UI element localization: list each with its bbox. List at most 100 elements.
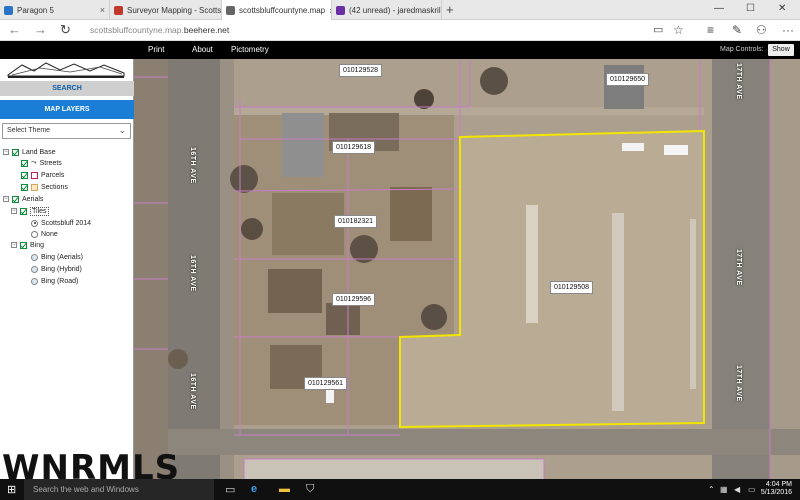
- close-window-icon[interactable]: ✕: [778, 3, 786, 14]
- layer-label: Aerials: [22, 195, 44, 203]
- map-canvas[interactable]: 010129528 010129650 010129618 010182321 …: [134, 59, 800, 479]
- street-label: 17TH AVE: [735, 63, 742, 100]
- street-label: 16TH AVE: [189, 255, 196, 292]
- menu-pictometry[interactable]: Pictometry: [231, 45, 269, 54]
- taskbar-search-input[interactable]: Search the web and Windows: [24, 479, 214, 500]
- share-icon[interactable]: ⚇: [756, 23, 767, 37]
- theme-select[interactable]: Select Theme ⌄: [2, 123, 131, 139]
- street-label: 16TH AVE: [189, 147, 196, 184]
- tile-none[interactable]: None: [31, 229, 58, 239]
- taskbar: ⊞ Search the web and Windows ▭ e ▬ ⛉ ⌃ ▦…: [0, 479, 800, 500]
- parcel-label[interactable]: 010129561: [304, 377, 348, 390]
- tile-scottsbluff-2014[interactable]: Scottsbluff 2014: [31, 218, 91, 228]
- layer-bing[interactable]: − Bing: [11, 240, 44, 250]
- map-favicon-icon: [226, 6, 235, 15]
- collapse-icon[interactable]: −: [11, 208, 17, 214]
- parcel-label[interactable]: 010182321: [334, 215, 378, 228]
- back-arrow-icon[interactable]: ←: [8, 22, 21, 37]
- checkbox[interactable]: [12, 148, 19, 156]
- menu-about[interactable]: About: [192, 45, 213, 54]
- tab-title: scottsbluffcountyne.map: [239, 6, 326, 15]
- notifications-chevron-icon[interactable]: ⌃: [708, 485, 715, 494]
- tab-paragon[interactable]: Paragon 5 ×: [0, 0, 110, 20]
- menu-print[interactable]: Print: [148, 45, 164, 54]
- tab-mail[interactable]: (42 unread) - jaredmaskrill: [332, 0, 442, 20]
- keyboard-icon[interactable]: ▭: [748, 485, 756, 494]
- url-domain: beehere.net: [183, 25, 230, 35]
- url-field[interactable]: scottsbluffcountyne.map.beehere.net: [90, 25, 229, 35]
- collapse-icon[interactable]: −: [3, 196, 9, 202]
- mail-favicon-icon: [336, 5, 345, 15]
- streets-icon: ⤳: [31, 159, 37, 166]
- address-bar-row: ← → ↻ scottsbluffcountyne.map.beehere.ne…: [0, 20, 800, 41]
- radio[interactable]: [31, 219, 38, 227]
- web-note-icon[interactable]: ✎: [732, 23, 742, 37]
- url-host: scottsbluffcountyne.map.: [90, 25, 184, 35]
- more-icon[interactable]: ···: [782, 23, 794, 37]
- parcel-label[interactable]: 010129650: [606, 73, 650, 86]
- street-label: 17TH AVE: [735, 365, 742, 402]
- layer-sections[interactable]: Sections: [21, 182, 68, 192]
- maximize-icon[interactable]: ☐: [746, 3, 755, 14]
- hub-icon[interactable]: ≡: [707, 23, 714, 37]
- bing-aerials[interactable]: Bing (Aerials): [31, 252, 83, 262]
- favorite-star-icon[interactable]: ☆: [673, 23, 684, 37]
- edge-browser-icon[interactable]: e: [251, 483, 257, 495]
- collapse-icon[interactable]: −: [11, 242, 17, 248]
- plus-icon[interactable]: +: [446, 2, 454, 17]
- volume-icon[interactable]: ◀: [734, 485, 740, 494]
- checkbox[interactable]: [21, 159, 28, 167]
- tab-map[interactable]: scottsbluffcountyne.map ×: [222, 0, 332, 21]
- globe-icon: [31, 277, 38, 285]
- parcel-label[interactable]: 010129528: [339, 64, 383, 77]
- bing-hybrid[interactable]: Bing (Hybrid): [31, 264, 82, 274]
- layer-parcels[interactable]: Parcels: [21, 170, 64, 180]
- checkbox[interactable]: [20, 207, 27, 215]
- layer-tiles[interactable]: − Tiles: [11, 206, 49, 216]
- sections-swatch-icon: [31, 183, 38, 191]
- clock-date: 5/13/2016: [760, 489, 792, 496]
- map-layers-header[interactable]: MAP LAYERS: [0, 100, 134, 119]
- parcel-label-selected[interactable]: 010129508: [550, 281, 594, 294]
- layer-label: Bing (Hybrid): [41, 265, 82, 273]
- checkbox[interactable]: [21, 171, 28, 179]
- minimize-icon[interactable]: —: [714, 3, 724, 14]
- surveyor-favicon-icon: [114, 5, 123, 15]
- refresh-icon[interactable]: ↻: [60, 22, 71, 38]
- parcel-label[interactable]: 010129618: [332, 141, 376, 154]
- layer-aerials[interactable]: − Aerials: [3, 194, 43, 204]
- globe-icon: [31, 253, 38, 261]
- radio[interactable]: [31, 230, 38, 238]
- checkbox[interactable]: [12, 195, 19, 203]
- network-icon[interactable]: ▦: [720, 485, 728, 494]
- browser-tab-bar: Paragon 5 × Surveyor Mapping - Scotts sc…: [0, 0, 800, 21]
- parcel-label[interactable]: 010129596: [332, 293, 376, 306]
- layer-streets[interactable]: ⤳ Streets: [21, 158, 62, 168]
- taskbar-clock[interactable]: 4:04 PM 5/13/2016: [761, 481, 792, 497]
- store-icon[interactable]: ⛉: [306, 483, 314, 496]
- checkbox[interactable]: [20, 241, 27, 249]
- layer-land-base[interactable]: − Land Base: [3, 147, 55, 157]
- chevron-down-icon: ⌄: [118, 125, 126, 135]
- collapse-icon[interactable]: −: [3, 149, 9, 155]
- close-icon[interactable]: ×: [100, 5, 105, 15]
- checkbox[interactable]: [21, 183, 28, 191]
- tab-surveyor[interactable]: Surveyor Mapping - Scotts: [110, 0, 222, 20]
- globe-icon: [31, 265, 38, 273]
- layer-label: Bing (Aerials): [41, 253, 84, 261]
- windows-start-icon[interactable]: ⊞: [7, 483, 16, 496]
- layer-label: Bing (Road): [41, 277, 79, 285]
- file-explorer-icon[interactable]: ▬: [279, 483, 290, 495]
- search-panel-header[interactable]: SEARCH: [0, 81, 134, 96]
- tab-title: Surveyor Mapping - Scotts: [127, 5, 222, 15]
- aerial-imagery: [134, 59, 800, 479]
- street-label: 16TH AVE: [189, 373, 196, 410]
- task-view-icon[interactable]: ▭: [225, 483, 235, 496]
- forward-arrow-icon[interactable]: →: [34, 22, 47, 37]
- show-button[interactable]: Show: [768, 44, 794, 56]
- reading-view-icon[interactable]: ▭: [653, 23, 663, 36]
- bing-road[interactable]: Bing (Road): [31, 276, 78, 286]
- app-menu-bar: Print About Pictometry Map Controls: Sho…: [0, 41, 800, 59]
- paragon-favicon-icon: [4, 5, 13, 15]
- street-label: 17TH AVE: [735, 249, 742, 286]
